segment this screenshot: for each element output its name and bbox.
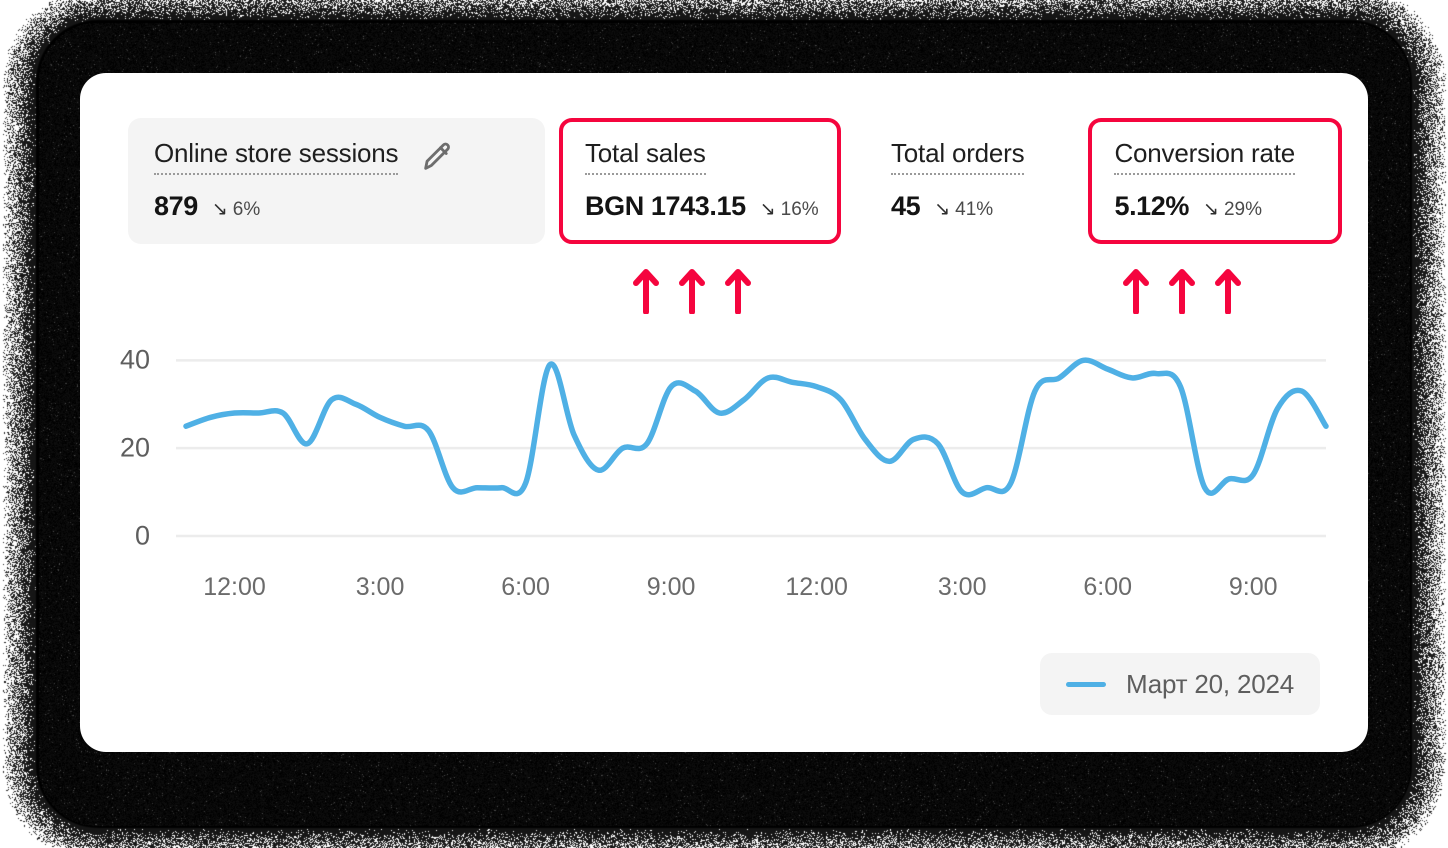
metric-value: 5.12% — [1114, 191, 1189, 222]
metric-header: Online store sessions — [154, 138, 519, 175]
metric-header: Total orders — [891, 138, 1024, 175]
metric-value: 879 — [154, 191, 198, 222]
metric-card-3[interactable]: Conversion rate 5.12% ↘ 29% — [1088, 118, 1342, 244]
dashboard-panel: Online store sessions 879 ↘ 6% Total sales BG… — [80, 73, 1368, 752]
up-arrow-icon — [1123, 268, 1149, 314]
trend-down-arrow-icon: ↘ — [934, 200, 950, 219]
y-axis-tick-label: 0 — [80, 521, 150, 552]
x-axis-tick-label: 6:00 — [501, 573, 550, 602]
metric-card-2[interactable]: Total orders 45 ↘ 41% — [865, 118, 1050, 244]
trend-down-arrow-icon: ↘ — [760, 200, 776, 219]
metric-label: Conversion rate — [1114, 138, 1295, 175]
metric-card-1[interactable]: Total sales BGN 1743.15 ↘ 16% — [559, 118, 841, 244]
annotation-arrows-total-sales — [633, 268, 751, 314]
x-axis-tick-label: 9:00 — [1229, 573, 1278, 602]
trend-down-arrow-icon: ↘ — [1203, 200, 1219, 219]
x-axis-tick-label: 12:00 — [785, 573, 848, 602]
metric-delta: ↘ 6% — [212, 199, 260, 221]
y-axis-tick-label: 20 — [80, 433, 150, 464]
metric-value-row: BGN 1743.15 ↘ 16% — [585, 191, 815, 222]
up-arrow-icon — [725, 268, 751, 314]
up-arrow-icon — [633, 268, 659, 314]
x-axis-tick-label: 3:00 — [356, 573, 405, 602]
chart-series-line — [186, 360, 1326, 495]
metric-delta-value: 41% — [955, 199, 993, 221]
y-axis-tick-label: 40 — [80, 345, 150, 376]
metric-label: Online store sessions — [154, 138, 398, 175]
metric-label: Total sales — [585, 138, 706, 175]
legend-line-swatch — [1066, 682, 1106, 687]
metric-delta-value: 16% — [781, 199, 819, 221]
x-axis-tick-label: 9:00 — [647, 573, 696, 602]
annotation-arrows-conversion-rate — [1123, 268, 1241, 314]
chart-legend: Март 20, 2024 — [1040, 653, 1320, 715]
legend-label: Март 20, 2024 — [1126, 669, 1294, 700]
metric-value-row: 45 ↘ 41% — [891, 191, 1024, 222]
metrics-row: Online store sessions 879 ↘ 6% Total sales BG… — [128, 118, 1342, 244]
metric-delta-value: 6% — [233, 199, 260, 221]
metric-delta: ↘ 29% — [1203, 199, 1262, 221]
metric-value-row: 879 ↘ 6% — [154, 191, 519, 222]
metric-card-0[interactable]: Online store sessions 879 ↘ 6% — [128, 118, 545, 244]
metric-value-row: 5.12% ↘ 29% — [1114, 191, 1316, 222]
metric-delta: ↘ 16% — [760, 199, 819, 221]
outer-frame: Online store sessions 879 ↘ 6% Total sales BG… — [0, 0, 1448, 848]
metric-header: Total sales — [585, 138, 815, 175]
metric-value: BGN 1743.15 — [585, 191, 746, 222]
trend-down-arrow-icon: ↘ — [212, 200, 228, 219]
metric-header: Conversion rate — [1114, 138, 1316, 175]
x-axis-tick-label: 6:00 — [1083, 573, 1132, 602]
x-axis-tick-label: 12:00 — [203, 573, 266, 602]
up-arrow-icon — [679, 268, 705, 314]
up-arrow-icon — [1215, 268, 1241, 314]
up-arrow-icon — [1169, 268, 1195, 314]
metric-value: 45 — [891, 191, 920, 222]
metric-delta: ↘ 41% — [934, 199, 993, 221]
metric-delta-value: 29% — [1224, 199, 1262, 221]
x-axis-tick-label: 3:00 — [938, 573, 987, 602]
metric-label: Total orders — [891, 138, 1024, 175]
pencil-icon[interactable] — [420, 140, 454, 174]
